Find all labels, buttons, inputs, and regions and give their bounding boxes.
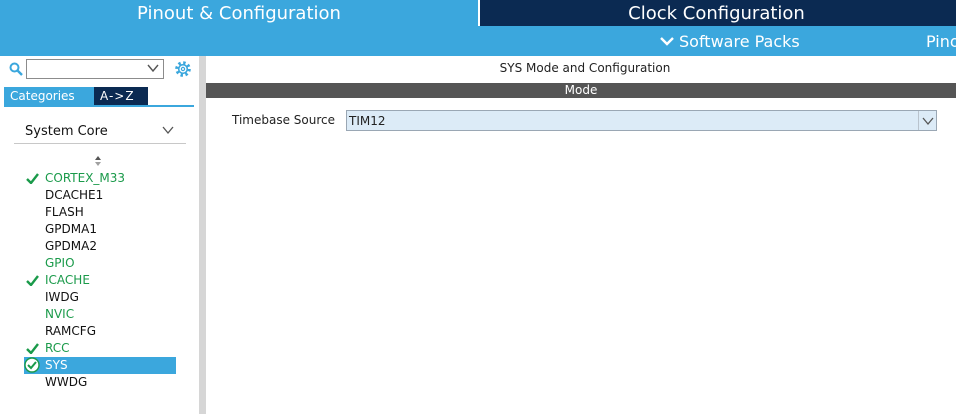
stm32cubemx-window: Pinout & Configuration Clock Configurati…	[0, 0, 956, 414]
list-item-label: RCC	[45, 341, 70, 355]
tab-clock-configuration[interactable]: Clock Configuration	[478, 0, 953, 26]
search-icon[interactable]	[9, 62, 23, 76]
list-item-ramcfg[interactable]: RAMCFG	[24, 323, 176, 340]
categories-panel: Categories A->Z System Core CORTEX_M33 D…	[0, 56, 198, 414]
sort-icon[interactable]	[94, 155, 102, 167]
list-item-label: WWDG	[45, 375, 88, 389]
list-item-gpio[interactable]: GPIO	[24, 255, 176, 272]
list-item-label: FLASH	[45, 205, 84, 219]
list-item-gpdma2[interactable]: GPDMA2	[24, 238, 176, 255]
chevron-down-icon	[660, 37, 674, 46]
list-item-label: GPIO	[45, 256, 75, 270]
tab-clock-label: Clock Configuration	[628, 2, 805, 24]
panel-title: SYS Mode and Configuration	[499, 61, 671, 75]
panel-splitter[interactable]	[199, 56, 206, 414]
list-item-icache[interactable]: ICACHE	[24, 272, 176, 289]
list-item-flash[interactable]: FLASH	[24, 204, 176, 221]
list-item-cortex-m33[interactable]: CORTEX_M33	[24, 170, 176, 187]
chevron-down-icon[interactable]	[147, 62, 159, 74]
list-item-nvic[interactable]: NVIC	[24, 306, 176, 323]
tab-pinout-configuration[interactable]: Pinout & Configuration	[0, 0, 478, 26]
pinout-menu[interactable]: Pinout	[921, 26, 956, 56]
mode-section-header[interactable]: Mode	[206, 83, 956, 98]
group-label: System Core	[25, 124, 108, 139]
tab-a-to-z[interactable]: A->Z	[94, 87, 148, 105]
sub-menu-bar: Software Packs Pinout	[0, 26, 956, 56]
software-packs-label: Software Packs	[679, 31, 800, 51]
list-item-gpdma1[interactable]: GPDMA1	[24, 221, 176, 238]
list-item-iwdg[interactable]: IWDG	[24, 289, 176, 306]
list-item-rcc[interactable]: RCC	[24, 340, 176, 357]
select-dropdown-button[interactable]	[918, 111, 936, 130]
timebase-source-label: Timebase Source	[232, 113, 336, 127]
list-item-dcache1[interactable]: DCACHE1	[24, 187, 176, 204]
check-icon	[26, 173, 39, 184]
pinout-menu-label: Pinout	[926, 31, 956, 51]
timebase-source-value: TIM12	[349, 114, 386, 128]
check-circle-icon	[24, 357, 40, 373]
chevron-down-icon	[162, 126, 174, 135]
list-item-wwdg[interactable]: WWDG	[24, 374, 176, 391]
tab-categories[interactable]: Categories	[4, 87, 94, 105]
gear-icon[interactable]	[174, 60, 192, 78]
list-item-label: DCACHE1	[45, 188, 104, 202]
peripheral-list: CORTEX_M33 DCACHE1 FLASH GPDMA1 GPDMA2 G…	[24, 170, 176, 391]
list-item-label: NVIC	[45, 307, 75, 321]
timebase-source-select[interactable]: TIM12	[346, 110, 937, 131]
system-core-group[interactable]: System Core	[14, 118, 186, 144]
list-item-label: SYS	[45, 358, 68, 372]
check-icon	[26, 343, 39, 354]
list-item-label: RAMCFG	[45, 324, 96, 338]
list-item-label: GPDMA2	[45, 239, 97, 253]
search-input[interactable]	[26, 59, 164, 79]
list-item-label: IWDG	[45, 290, 79, 304]
list-item-label: ICACHE	[45, 273, 90, 287]
list-item-label: CORTEX_M33	[45, 171, 126, 185]
configuration-panel: SYS Mode and Configuration Mode Timebase…	[206, 56, 956, 414]
tab-underline	[4, 105, 194, 107]
software-packs-menu[interactable]: Software Packs	[660, 26, 800, 56]
list-item-label: GPDMA1	[45, 222, 97, 236]
tab-a-to-z-label: A->Z	[100, 89, 135, 103]
check-icon	[26, 275, 39, 286]
list-item-sys[interactable]: SYS	[24, 357, 176, 374]
tab-pinout-label: Pinout & Configuration	[137, 2, 341, 24]
chevron-down-icon	[922, 117, 933, 125]
top-tab-bar: Pinout & Configuration Clock Configurati…	[0, 0, 956, 26]
tab-categories-label: Categories	[10, 89, 75, 103]
category-view-tabs: Categories A->Z	[4, 87, 148, 105]
